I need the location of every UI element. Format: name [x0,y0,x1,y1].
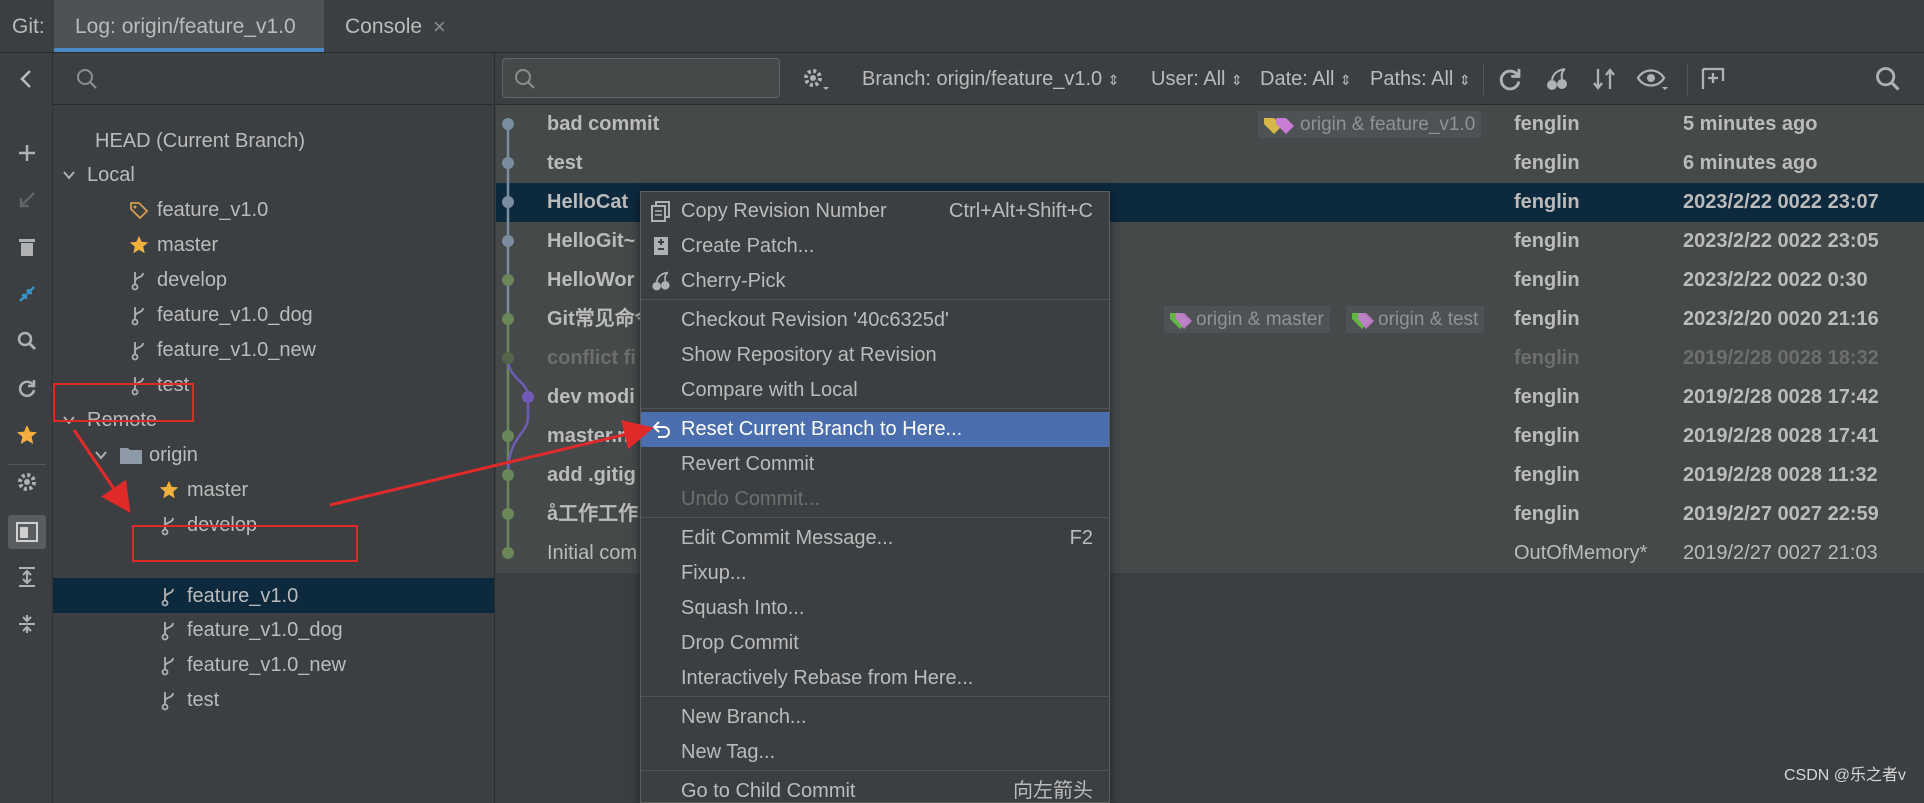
annotation-arrows [72,419,654,513]
annotation-arrow-down [72,429,131,513]
watermark: CSDN @乐之者v [1783,767,1906,784]
git-tool-window: Git: Log: origin/feature_v1.0 Console × [0,0,1924,803]
annotation-arrow-to-reset [329,419,654,507]
